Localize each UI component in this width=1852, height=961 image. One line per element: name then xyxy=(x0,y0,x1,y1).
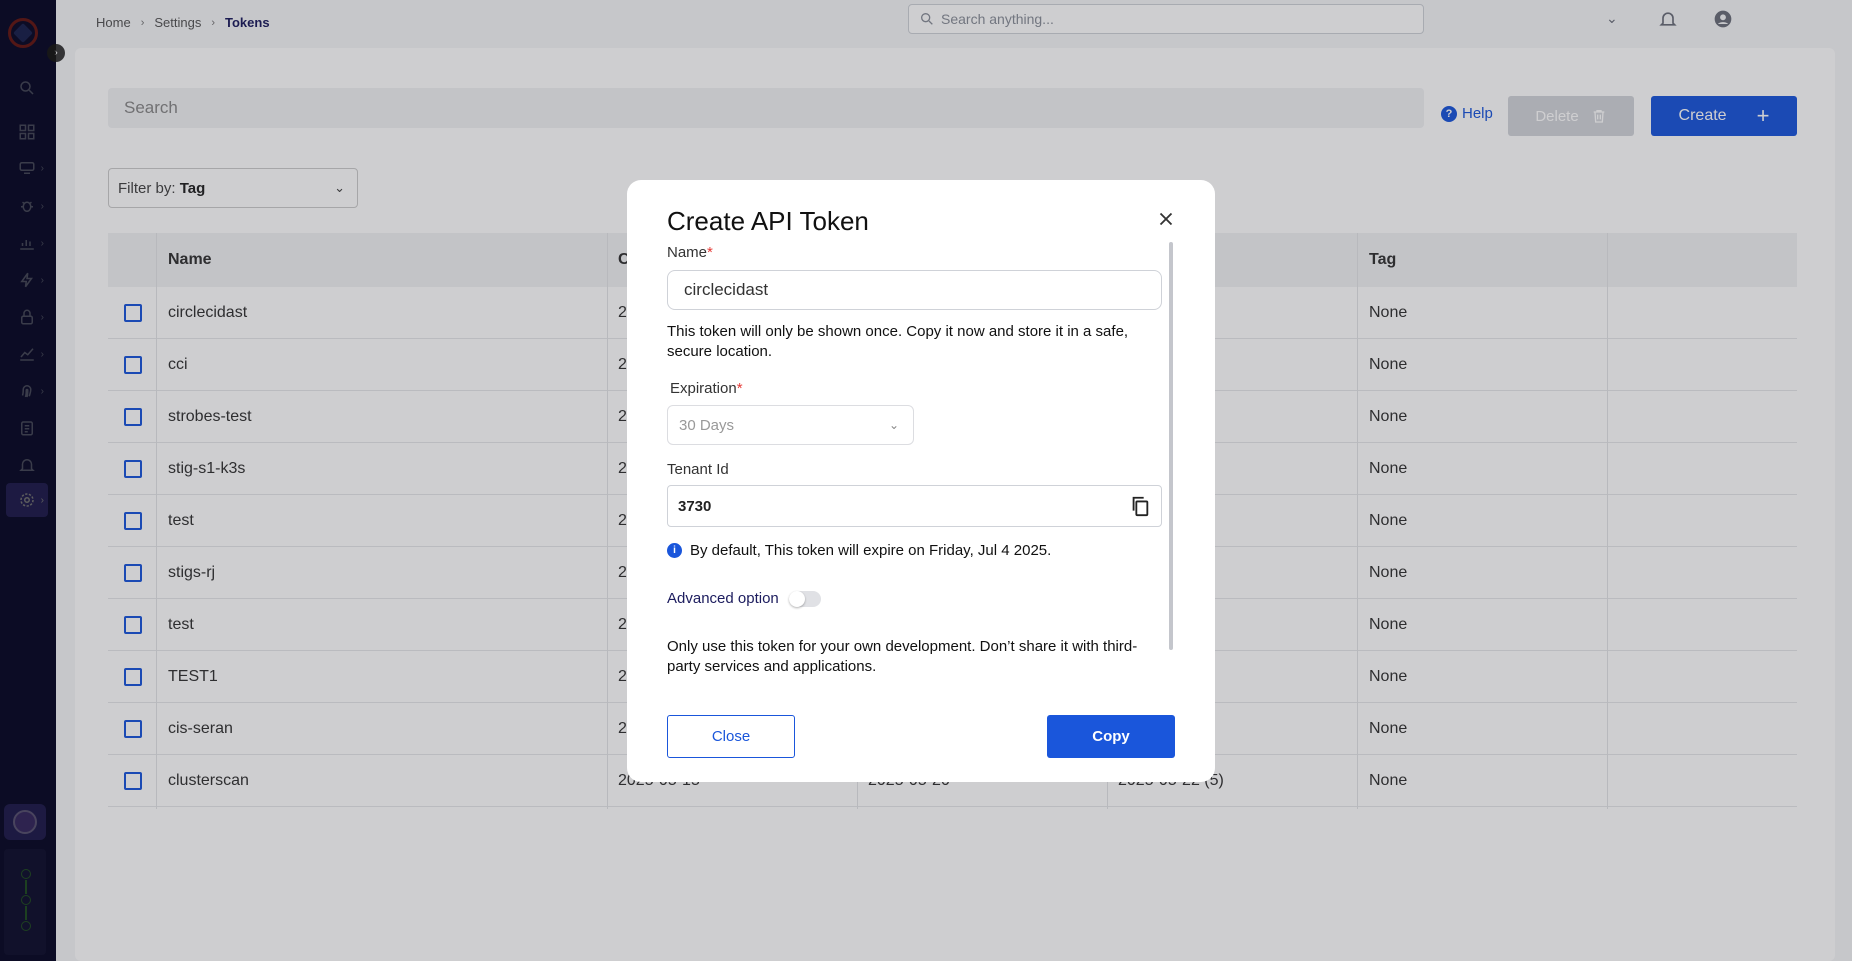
expiration-label: Expiration* xyxy=(670,380,743,397)
close-icon[interactable] xyxy=(1155,208,1177,230)
expiry-info: i By default, This token will expire on … xyxy=(667,542,1051,559)
create-token-modal: Create API Token Name* circlecidast This… xyxy=(627,180,1215,782)
usage-note: Only use this token for your own develop… xyxy=(667,638,1138,675)
expiration-value: 30 Days xyxy=(679,416,735,434)
modal-title: Create API Token xyxy=(667,206,869,236)
token-once-note: This token will only be shown once. Copy… xyxy=(667,323,1129,360)
sidebar-backdrop xyxy=(0,0,56,961)
expiration-select[interactable]: 30 Days ⌄ xyxy=(667,405,914,445)
copy-icon[interactable] xyxy=(1129,494,1151,518)
copy-button[interactable]: Copy xyxy=(1047,715,1175,758)
advanced-option-label[interactable]: Advanced option xyxy=(667,590,779,607)
modal-scrollbar[interactable] xyxy=(1169,242,1173,650)
tenant-label: Tenant Id xyxy=(667,461,729,478)
expiry-info-text: By default, This token will expire on Fr… xyxy=(690,542,1052,559)
advanced-option: Advanced option xyxy=(667,590,821,607)
name-label: Name* xyxy=(667,244,713,261)
chevron-down-icon: ⌄ xyxy=(888,418,899,432)
advanced-option-toggle[interactable] xyxy=(788,590,821,607)
tenant-id-value: 3730 xyxy=(678,497,712,515)
close-button[interactable]: Close xyxy=(667,715,795,758)
info-icon: i xyxy=(667,543,682,558)
tenant-id-field: 3730 xyxy=(667,485,1162,527)
name-input[interactable]: circlecidast xyxy=(667,270,1162,310)
